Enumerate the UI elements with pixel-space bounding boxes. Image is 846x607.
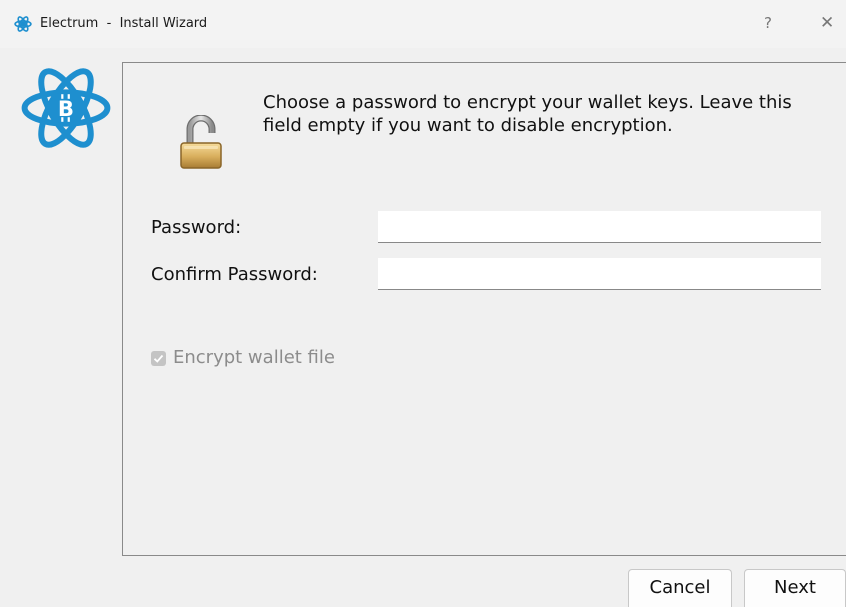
info-text: Choose a password to encrypt your wallet… bbox=[263, 92, 792, 136]
electrum-logo-icon bbox=[14, 15, 32, 33]
svg-text:B: B bbox=[58, 96, 74, 121]
confirm-password-input[interactable] bbox=[378, 258, 821, 290]
encrypt-wallet-row: Encrypt wallet file bbox=[151, 346, 335, 370]
help-button[interactable]: ? bbox=[764, 13, 772, 33]
electrum-bitcoin-atom-logo: B bbox=[20, 62, 112, 154]
checkmark-icon bbox=[153, 354, 164, 363]
window-app-name: Electrum bbox=[40, 16, 99, 31]
password-input[interactable] bbox=[378, 211, 821, 243]
close-button[interactable]: ✕ bbox=[820, 13, 834, 33]
title-bar[interactable]: Electrum - Install Wizard ? ✕ bbox=[0, 0, 846, 48]
wizard-content-panel: Choose a password to encrypt your wallet… bbox=[122, 62, 846, 556]
unlocked-padlock-icon bbox=[177, 114, 225, 171]
window-title: Electrum - Install Wizard bbox=[40, 15, 207, 33]
encrypt-wallet-label: Encrypt wallet file bbox=[173, 347, 335, 368]
password-label: Password: bbox=[151, 217, 242, 238]
window-title-separator: - bbox=[106, 16, 112, 31]
window-title-text: Install Wizard bbox=[119, 16, 208, 31]
install-wizard-window: Electrum - Install Wizard ? ✕ B Choose a… bbox=[0, 0, 846, 607]
cancel-button[interactable]: Cancel bbox=[628, 569, 732, 607]
next-button[interactable]: Next bbox=[744, 569, 846, 607]
encrypt-wallet-checkbox bbox=[151, 350, 166, 366]
confirm-password-label: Confirm Password: bbox=[151, 264, 318, 285]
